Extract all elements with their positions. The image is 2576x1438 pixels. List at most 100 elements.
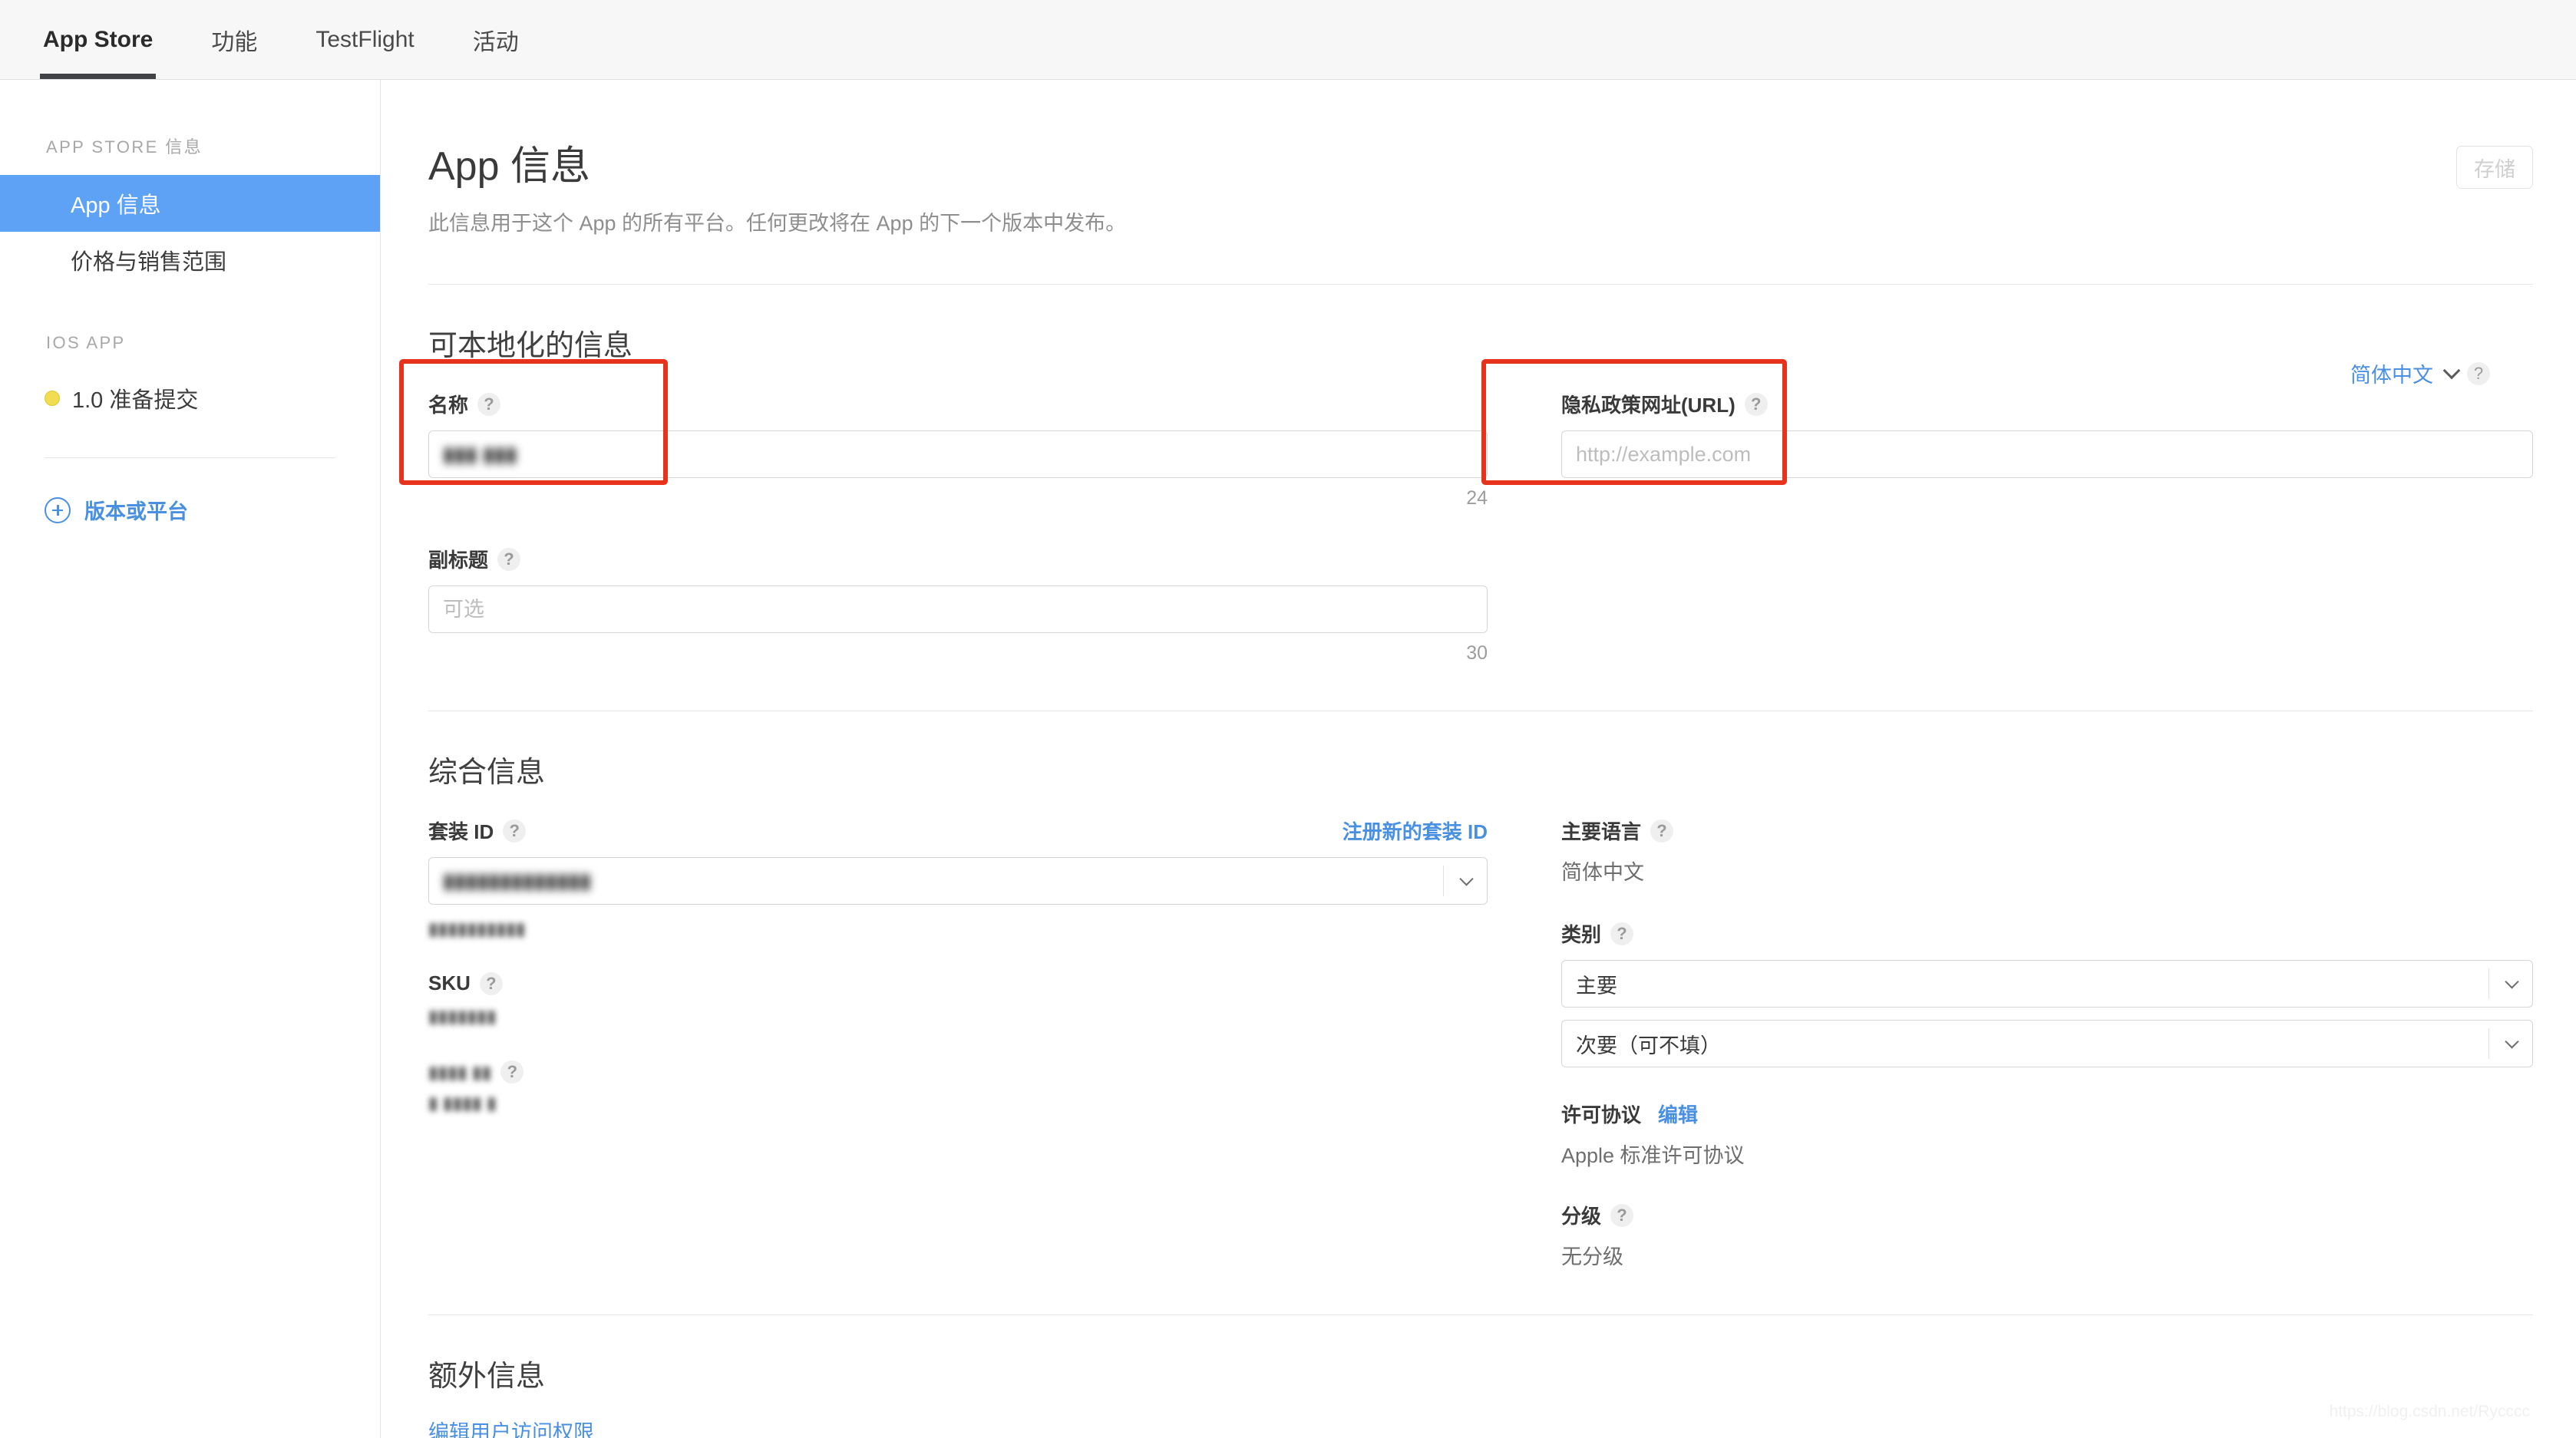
apple-id-value-row: ▮ ▮▮▮▮ ▮ [428,1093,1488,1113]
header-divider [428,284,2533,285]
category-primary-select[interactable]: 主要 [1561,960,2533,1008]
app-name-counter: 24 [1466,487,1488,509]
privacy-url-help-icon[interactable]: ? [1744,392,1768,416]
save-button[interactable]: 存储 [2456,146,2533,189]
privacy-url-label-row: 隐私政策网址(URL) ? [1561,390,2533,418]
plus-circle-icon [45,496,71,523]
bundle-id-select[interactable]: ▮▮▮▮▮▮▮▮▮▮▮▮▮ [428,857,1488,905]
rating-help-icon[interactable]: ? [1610,1203,1634,1227]
sidebar: APP STORE 信息 App 信息 价格与销售范围 IOS APP 1.0 … [0,80,381,1438]
bundle-id-value: ▮▮▮▮▮▮▮▮▮▮▮▮▮ [443,869,592,892]
primary-language-label: 主要语言 [1561,820,1642,843]
category-label-row: 类别 ? [1561,919,2533,948]
edit-user-access-link[interactable]: 编辑用户访问权限 [428,1416,2533,1438]
tab-testflight[interactable]: TestFlight [312,0,417,79]
sidebar-item-app-info-label: App 信息 [71,193,161,218]
license-agreement-value-link[interactable]: Apple 标准许可协议 [1561,1139,2533,1169]
sku-field-group: SKU ? ▮▮▮▮▮▮▮ [428,971,1488,1027]
status-dot-icon [45,391,60,406]
app-store-connect-page: App Store 功能 TestFlight 活动 APP STORE 信息 … [0,0,2576,1438]
app-subtitle-input[interactable] [428,585,1488,633]
sidebar-item-pricing-availability[interactable]: 价格与销售范围 [0,232,380,289]
tab-app-store[interactable]: App Store [40,0,157,79]
localizable-section-title: 可本地化的信息 [428,330,633,362]
tab-activity[interactable]: 活动 [470,0,522,79]
language-selector-label: 简体中文 [2350,364,2433,387]
extra-section: 额外信息 编辑用户访问权限 [428,1352,2533,1438]
app-subtitle-counter: 30 [1466,642,1488,664]
chevron-down-icon [2442,361,2461,379]
register-new-bundle-id-link[interactable]: 注册新的套装 ID [1342,816,1488,845]
primary-language-label-row: 主要语言 ? [1561,816,2533,845]
app-name-input[interactable]: ▮▮▮ ▮▮▮ [428,430,1488,478]
general-section: 综合信息 套装 ID ? 注册新的套装 ID ▮▮▮▮▮▮▮▮▮▮▮▮▮ ▮▮▮… [428,748,2533,1270]
general-left-column: 套装 ID ? 注册新的套装 ID ▮▮▮▮▮▮▮▮▮▮▮▮▮ ▮▮▮▮▮▮▮▮… [428,816,1488,1270]
license-agreement-label: 许可协议 [1561,1103,1642,1126]
app-name-label: 名称 [428,394,469,417]
apple-id-help-icon[interactable]: ? [500,1060,524,1083]
tab-activity-label: 活动 [472,29,519,55]
license-agreement-edit-link[interactable]: 编辑 [1658,1100,1698,1128]
select-separator [2488,968,2489,999]
general-section-title: 综合信息 [428,757,546,789]
tab-testflight-label: TestFlight [315,26,414,52]
page-title: App 信息 [428,144,590,189]
tab-features[interactable]: 功能 [208,0,260,79]
chevron-down-icon [1459,872,1474,886]
language-help-icon[interactable]: ? [2467,361,2490,385]
tab-app-store-label: App Store [43,26,154,52]
sidebar-item-app-info[interactable]: App 信息 [0,175,380,232]
sku-help-icon[interactable]: ? [479,971,503,995]
sku-value-row: ▮▮▮▮▮▮▮ [428,1006,1488,1027]
chevron-down-icon [2505,1034,2519,1049]
add-version-or-platform-label: 版本或平台 [84,500,188,523]
apple-id-label-row: ▮▮▮▮ ▮▮ ? [428,1060,1488,1083]
rating-value: 无分级 [1561,1245,1623,1268]
tab-features-label: 功能 [211,29,258,55]
app-subtitle-help-icon[interactable]: ? [497,547,521,571]
column-gap [1488,390,1561,665]
app-subtitle-field-group: 副标题 ? 30 [428,545,1488,665]
general-fields-grid: 套装 ID ? 注册新的套装 ID ▮▮▮▮▮▮▮▮▮▮▮▮▮ ▮▮▮▮▮▮▮▮… [428,816,2533,1270]
apple-id-field-group: ▮▮▮▮ ▮▮ ? ▮ ▮▮▮▮ ▮ [428,1060,1488,1113]
app-subtitle-label-row: 副标题 ? [428,545,1488,573]
sidebar-group-title-ios-app: IOS APP [46,333,126,352]
add-version-or-platform-button[interactable]: 版本或平台 [0,495,380,525]
category-secondary-select[interactable]: 次要（可不填） [1561,1020,2533,1067]
sku-label-row: SKU ? [428,971,1488,995]
apple-id-value: ▮ ▮▮▮▮ ▮ [428,1093,497,1113]
save-button-label: 存储 [2474,157,2515,181]
privacy-url-field-group: 隐私政策网址(URL) ? [1561,390,2533,478]
category-field-group: 类别 ? 主要 次要（可不填） [1561,919,2533,1067]
select-separator [1443,866,1444,896]
bundle-id-suffix-row: ▮▮▮▮▮▮▮▮▮▮ [428,919,1488,939]
sidebar-group-title-app-store-info: APP STORE 信息 [46,137,203,157]
category-label: 类别 [1561,923,1602,946]
sidebar-item-version-label: 1.0 准备提交 [72,388,199,413]
primary-language-value: 简体中文 [1561,861,1644,884]
app-name-help-icon[interactable]: ? [477,392,501,416]
localizable-right-column: 隐私政策网址(URL) ? [1561,390,2533,665]
language-selector[interactable]: 简体中文 ? [2350,358,2490,388]
app-subtitle-label: 副标题 [428,549,489,572]
chevron-down-icon [2505,975,2519,989]
sku-value: ▮▮▮▮▮▮▮ [428,1006,497,1026]
bundle-id-help-icon[interactable]: ? [503,819,527,843]
localizable-section: 可本地化的信息 简体中文 ? 名称 ? ▮▮▮ ▮▮▮ 24 副标题 ? 可选 … [428,322,2533,665]
category-primary-value: 主要 [1576,974,1617,998]
primary-language-field-group: 主要语言 ? 简体中文 [1561,816,2533,886]
general-right-column: 主要语言 ? 简体中文 类别 ? 主要 次要（可不填） 许可协议 编辑 Appl… [1561,816,2533,1270]
privacy-url-input[interactable] [1561,430,2533,478]
watermark: https://blog.csdn.net/Rycccc [2329,1403,2530,1420]
license-agreement-label-row: 许可协议 编辑 [1561,1100,2533,1128]
privacy-url-label: 隐私政策网址(URL) [1561,394,1735,417]
bundle-id-suffix: ▮▮▮▮▮▮▮▮▮▮ [428,919,526,938]
apple-id-label: ▮▮▮▮ ▮▮ [428,1061,492,1082]
bundle-id-field-group: 套装 ID ? 注册新的套装 ID ▮▮▮▮▮▮▮▮▮▮▮▮▮ ▮▮▮▮▮▮▮▮… [428,816,1488,939]
page-subtitle: 此信息用于这个 App 的所有平台。任何更改将在 App 的下一个版本中发布。 [428,212,1127,235]
sidebar-item-version-1-0[interactable]: 1.0 准备提交 [0,370,380,427]
localizable-left-column: 名称 ? ▮▮▮ ▮▮▮ 24 副标题 ? 可选 30 [428,390,1488,665]
primary-language-help-icon[interactable]: ? [1650,819,1674,843]
category-help-icon[interactable]: ? [1610,922,1634,945]
column-gap [1488,816,1561,1270]
